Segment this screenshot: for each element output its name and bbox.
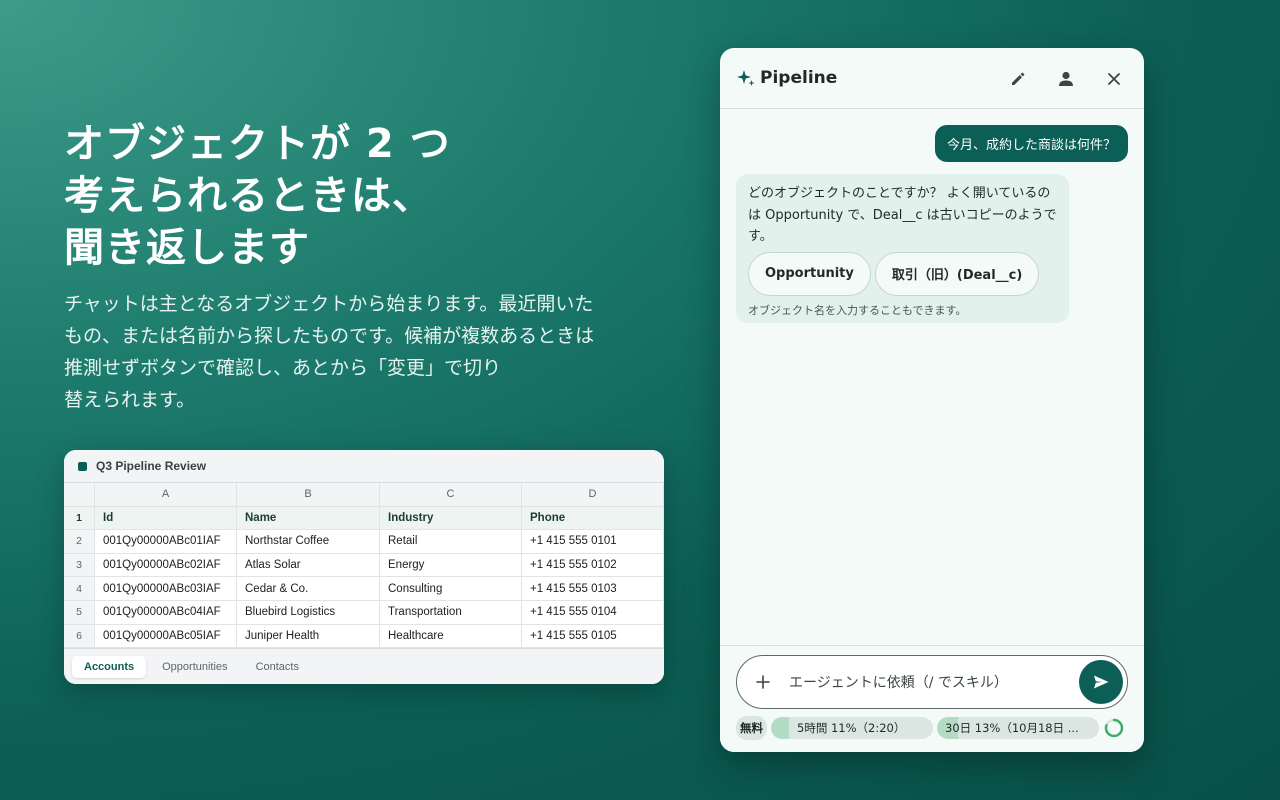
table-cell[interactable]: Atlas Solar bbox=[237, 553, 380, 578]
five-hour-meter: 5時間 11%（2:20） bbox=[771, 717, 933, 739]
composer-area: エージェントに依頼（/ でスキル） 無料 5時間 11%（2:20） 30日 1… bbox=[720, 645, 1144, 752]
table-cell[interactable]: Cedar & Co. bbox=[237, 577, 380, 601]
message-input[interactable]: エージェントに依頼（/ でスキル） bbox=[789, 672, 1079, 692]
table-cell[interactable]: 001Qy00000ABc02IAF bbox=[95, 553, 237, 578]
spreadsheet-grid: A B C D 1 Id Name Industry Phone 2 001Qy… bbox=[64, 483, 664, 649]
table-cell[interactable]: +1 415 555 0105 bbox=[522, 624, 664, 649]
corner-cell bbox=[64, 483, 95, 507]
table-cell[interactable]: 001Qy00000ABc05IAF bbox=[95, 624, 237, 649]
choice-deal-button[interactable]: 取引（旧）(Deal__c) bbox=[874, 251, 1040, 296]
tab-contacts[interactable]: Contacts bbox=[244, 656, 311, 678]
plan-badge: 無料 bbox=[736, 716, 767, 740]
table-cell[interactable]: Northstar Coffee bbox=[237, 530, 380, 554]
row-number[interactable]: 6 bbox=[64, 624, 95, 649]
add-attachment-button[interactable] bbox=[737, 674, 789, 690]
header-cell-name[interactable]: Name bbox=[237, 506, 380, 531]
pencil-icon bbox=[1012, 72, 1025, 85]
table-cell[interactable]: Consulting bbox=[380, 577, 522, 601]
table-cell[interactable]: Energy bbox=[380, 553, 522, 578]
tab-accounts[interactable]: Accounts bbox=[72, 655, 147, 678]
usage-bar: 無料 5時間 11%（2:20） 30日 13%（10月18日 ... bbox=[736, 716, 1125, 740]
table-cell[interactable]: 001Qy00000ABc04IAF bbox=[95, 600, 237, 625]
header-cell-id[interactable]: Id bbox=[95, 506, 237, 531]
thirty-day-label: 30日 13%（10月18日 ... bbox=[945, 721, 1079, 735]
table-cell[interactable]: +1 415 555 0101 bbox=[522, 530, 664, 554]
five-hour-label: 5時間 11%（2:20） bbox=[797, 721, 906, 735]
hero-title: オブジェクトが 2 つ 考えられるときは、 聞き返します bbox=[64, 121, 451, 271]
table-cell[interactable]: +1 415 555 0102 bbox=[522, 553, 664, 578]
sheet-tab-bar: Accounts Opportunities Contacts bbox=[64, 648, 664, 684]
account-button[interactable] bbox=[1053, 66, 1079, 92]
table-cell[interactable]: +1 415 555 0103 bbox=[522, 577, 664, 601]
plus-icon bbox=[756, 675, 770, 689]
assistant-message-text: どのオブジェクトのことですか？ よく開いているのは Opportunity で、… bbox=[748, 186, 1057, 244]
thirty-day-meter: 30日 13%（10月18日 ... bbox=[937, 717, 1099, 739]
table-cell[interactable]: 001Qy00000ABc03IAF bbox=[95, 577, 237, 601]
column-header[interactable]: A bbox=[95, 483, 237, 507]
edit-button[interactable] bbox=[1005, 66, 1031, 92]
person-icon bbox=[1059, 71, 1073, 86]
table-cell[interactable]: Juniper Health bbox=[237, 624, 380, 649]
column-header[interactable]: C bbox=[380, 483, 522, 507]
chat-panel: Pipeline 今月、成約した商談は何件？ どのオブジェクトのことですか？ よ… bbox=[720, 48, 1144, 752]
row-number[interactable]: 5 bbox=[64, 600, 95, 625]
table-cell[interactable]: +1 415 555 0104 bbox=[522, 600, 664, 625]
chat-header: Pipeline bbox=[720, 48, 1144, 109]
user-message: 今月、成約した商談は何件？ bbox=[934, 125, 1128, 162]
table-cell[interactable]: Transportation bbox=[380, 600, 522, 625]
tab-opportunities[interactable]: Opportunities bbox=[150, 656, 239, 678]
send-icon bbox=[1094, 675, 1109, 689]
row-number[interactable]: 4 bbox=[64, 577, 95, 601]
spreadsheet-card: Q3 Pipeline Review A B C D 1 Id Name Ind… bbox=[64, 450, 664, 684]
column-header[interactable]: D bbox=[522, 483, 664, 507]
sheet-color-icon bbox=[78, 461, 87, 471]
hero-description: チャットは主となるオブジェクトから始まります。最近開いた もの、または名前から探… bbox=[64, 293, 595, 411]
sparkle-icon bbox=[737, 70, 755, 86]
column-header[interactable]: B bbox=[237, 483, 380, 507]
spreadsheet-title: Q3 Pipeline Review bbox=[96, 459, 207, 473]
row-number[interactable]: 2 bbox=[64, 530, 95, 554]
progress-ring-icon bbox=[1104, 718, 1124, 738]
choice-opportunity-button[interactable]: Opportunity bbox=[748, 251, 871, 296]
row-number[interactable]: 3 bbox=[64, 553, 95, 578]
composer[interactable]: エージェントに依頼（/ でスキル） bbox=[736, 655, 1128, 709]
table-cell[interactable]: Bluebird Logistics bbox=[237, 600, 380, 625]
assistant-message: どのオブジェクトのことですか？ よく開いているのは Opportunity で、… bbox=[736, 174, 1069, 323]
table-cell[interactable]: Retail bbox=[380, 530, 522, 554]
send-button[interactable] bbox=[1079, 660, 1123, 704]
header-cell-industry[interactable]: Industry bbox=[380, 506, 522, 531]
table-cell[interactable]: Healthcare bbox=[380, 624, 522, 649]
row-number[interactable]: 1 bbox=[64, 506, 95, 531]
spreadsheet-title-bar: Q3 Pipeline Review bbox=[64, 450, 664, 483]
chat-title: Pipeline bbox=[760, 68, 838, 88]
choice-buttons: Opportunity 取引（旧）(Deal__c) bbox=[748, 251, 1057, 296]
header-cell-phone[interactable]: Phone bbox=[522, 506, 664, 531]
table-cell[interactable]: 001Qy00000ABc01IAF bbox=[95, 530, 237, 554]
close-button[interactable] bbox=[1101, 66, 1127, 92]
hint-text: オブジェクト名を入力することもできます。 bbox=[748, 303, 967, 317]
close-icon bbox=[1108, 73, 1120, 85]
